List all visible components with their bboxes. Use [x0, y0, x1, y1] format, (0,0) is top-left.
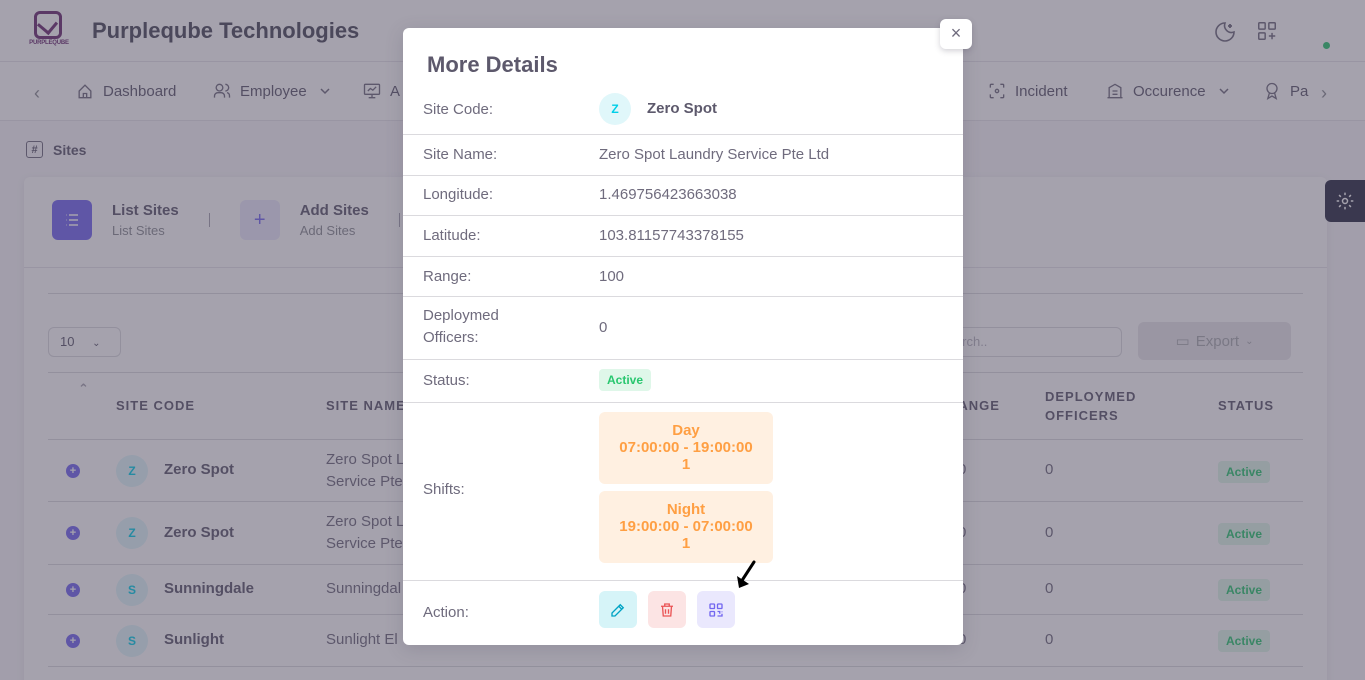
- shift-card-night: Night 19:00:00 - 07:00:00 1: [599, 491, 773, 563]
- more-details-modal: × More Details Site Code: Z Zero Spot Si…: [403, 19, 972, 645]
- trash-icon: [661, 602, 673, 617]
- status-badge: Active: [599, 369, 652, 391]
- detail-row-site-name: Site Name: Zero Spot Laundry Service Pte…: [403, 135, 963, 176]
- edit-button[interactable]: [599, 591, 637, 628]
- modal-title: More Details: [427, 52, 558, 77]
- mouse-cursor-icon: [737, 560, 756, 588]
- detail-row-shifts: Shifts: Day 07:00:00 - 19:00:00 1 Night …: [403, 403, 963, 581]
- close-button[interactable]: ×: [940, 19, 972, 49]
- edit-icon: [611, 603, 625, 617]
- shift-card-day: Day 07:00:00 - 19:00:00 1: [599, 412, 773, 484]
- qr-code-icon: [709, 602, 723, 617]
- delete-button[interactable]: [648, 591, 686, 628]
- detail-row-latitude: Latitude: 103.81157743378155: [403, 216, 963, 257]
- detail-row-deployed-officers: Deploymed Officers: 0: [403, 297, 963, 360]
- avatar: Z: [599, 93, 631, 125]
- detail-row-longitude: Longitude: 1.469756423663038: [403, 176, 963, 216]
- action-label: Action:: [423, 604, 469, 621]
- detail-row-site-code: Site Code: Z Zero Spot: [403, 88, 963, 135]
- detail-row-range: Range: 100: [403, 257, 963, 297]
- detail-row-status: Status: Active: [403, 360, 963, 403]
- qr-code-button[interactable]: [697, 591, 735, 628]
